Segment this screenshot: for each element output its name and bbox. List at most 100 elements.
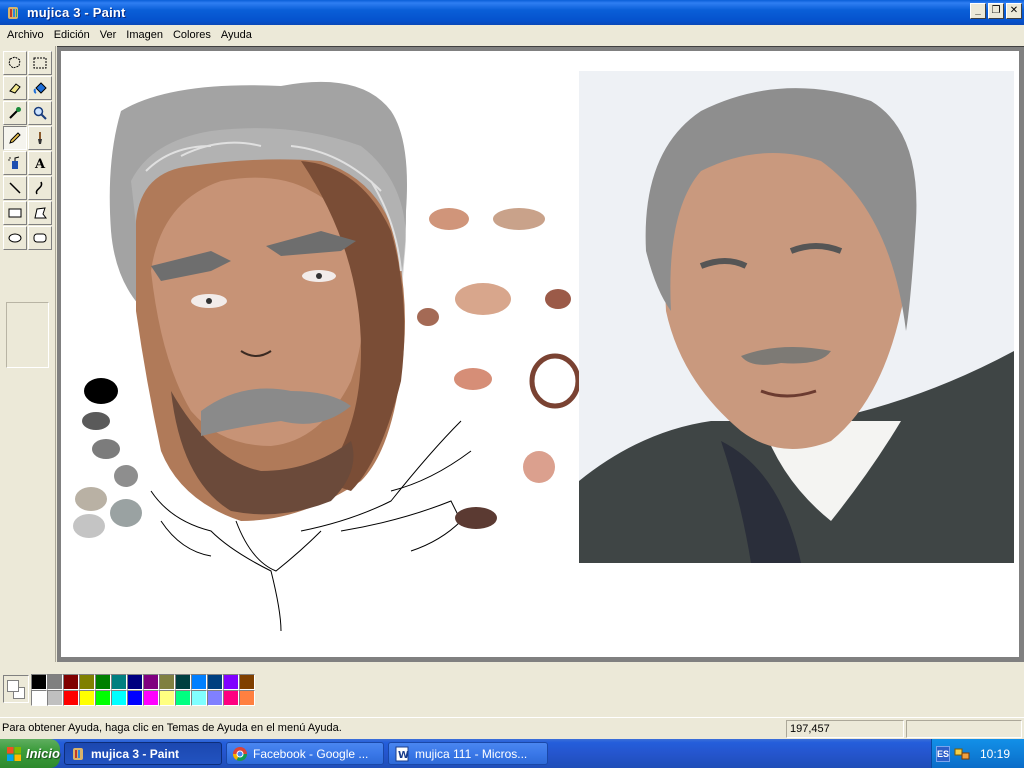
palette-swatch[interactable] bbox=[127, 690, 143, 706]
fill-icon bbox=[33, 82, 47, 94]
minimize-icon: _ bbox=[975, 5, 981, 16]
tool-airbrush[interactable] bbox=[3, 151, 27, 175]
status-size bbox=[906, 720, 1022, 738]
minimize-button[interactable]: _ bbox=[970, 3, 986, 19]
ellipse-icon bbox=[8, 233, 22, 243]
tool-eraser[interactable] bbox=[3, 76, 27, 100]
palette-swatch[interactable] bbox=[191, 674, 207, 690]
menu-colores[interactable]: Colores bbox=[168, 29, 216, 41]
brush-icon bbox=[38, 132, 42, 144]
palette-swatch[interactable] bbox=[175, 674, 191, 690]
palette-swatch[interactable] bbox=[207, 690, 223, 706]
reference-photo bbox=[579, 71, 1014, 563]
line-icon bbox=[9, 182, 21, 194]
palette-swatch[interactable] bbox=[31, 674, 47, 690]
palette-swatch[interactable] bbox=[111, 690, 127, 706]
tool-rect-select[interactable] bbox=[28, 51, 52, 75]
palette-swatch[interactable] bbox=[159, 674, 175, 690]
tool-ellipse[interactable] bbox=[3, 226, 27, 250]
paint-app-icon bbox=[8, 6, 18, 19]
rectangle-icon bbox=[8, 208, 22, 218]
task-paint[interactable]: mujica 3 - Paint bbox=[64, 742, 222, 765]
palette-swatch[interactable] bbox=[143, 690, 159, 706]
painting bbox=[73, 71, 1014, 632]
tool-pencil[interactable] bbox=[3, 126, 27, 150]
windows-flag-icon bbox=[7, 746, 21, 761]
eraser-icon bbox=[9, 83, 21, 94]
task-label: mujica 111 - Micros... bbox=[415, 746, 528, 761]
palette-swatch[interactable] bbox=[31, 690, 47, 706]
airbrush-icon bbox=[8, 156, 20, 169]
tray-network-icon[interactable] bbox=[954, 746, 970, 762]
tool-line[interactable] bbox=[3, 176, 27, 200]
eyedropper-icon bbox=[9, 107, 21, 119]
palette-swatch[interactable] bbox=[207, 674, 223, 690]
close-button[interactable]: ✕ bbox=[1006, 3, 1022, 19]
rect-select-icon bbox=[33, 57, 47, 69]
rounded-rect-icon bbox=[33, 233, 47, 243]
word-icon: W bbox=[395, 746, 409, 761]
title-bar[interactable]: mujica 3 - Paint _ ❐ ✕ bbox=[0, 0, 1024, 25]
tool-brush[interactable] bbox=[28, 126, 52, 150]
menu-ayuda[interactable]: Ayuda bbox=[216, 29, 257, 41]
palette-swatch[interactable] bbox=[159, 690, 175, 706]
tool-curve[interactable] bbox=[28, 176, 52, 200]
tool-magnifier[interactable] bbox=[28, 101, 52, 125]
palette-swatch[interactable] bbox=[143, 674, 159, 690]
tool-free-select[interactable] bbox=[3, 51, 27, 75]
restore-icon: ❐ bbox=[991, 5, 1001, 16]
tool-text[interactable]: A bbox=[28, 151, 52, 175]
menu-ver[interactable]: Ver bbox=[95, 29, 122, 41]
palette-swatch[interactable] bbox=[63, 674, 79, 690]
menu-imagen[interactable]: Imagen bbox=[121, 29, 168, 41]
palette-swatch[interactable] bbox=[223, 674, 239, 690]
palette-swatch[interactable] bbox=[79, 674, 95, 690]
canvas-area bbox=[57, 46, 1024, 662]
tool-fill[interactable] bbox=[28, 76, 52, 100]
painted-portrait bbox=[109, 81, 472, 632]
free-select-icon bbox=[8, 56, 21, 69]
close-icon: ✕ bbox=[1009, 5, 1019, 16]
palette-swatch[interactable] bbox=[111, 674, 127, 690]
palette-swatch[interactable] bbox=[47, 690, 63, 706]
tool-rounded-rect[interactable] bbox=[28, 226, 52, 250]
magnifier-icon bbox=[33, 106, 47, 120]
palette-swatch[interactable] bbox=[239, 674, 255, 690]
restore-button[interactable]: ❐ bbox=[988, 3, 1004, 19]
palette-swatch[interactable] bbox=[127, 674, 143, 690]
start-button[interactable]: Inicio bbox=[0, 739, 60, 768]
palette-swatch[interactable] bbox=[47, 674, 63, 690]
task-chrome[interactable]: Facebook - Google ... bbox=[226, 742, 384, 765]
start-label: Inicio bbox=[26, 746, 60, 761]
color-swatches bbox=[31, 674, 255, 706]
toolbox: A bbox=[0, 46, 56, 662]
tool-polygon[interactable] bbox=[28, 201, 52, 225]
palette-swatch[interactable] bbox=[191, 690, 207, 706]
status-bar: Para obtener Ayuda, haga clic en Temas d… bbox=[0, 717, 1024, 739]
task-label: mujica 3 - Paint bbox=[91, 746, 180, 761]
palette-swatch[interactable] bbox=[79, 690, 95, 706]
task-word[interactable]: W mujica 111 - Micros... bbox=[388, 742, 548, 765]
palette-swatch[interactable] bbox=[239, 690, 255, 706]
text-icon: A bbox=[34, 157, 46, 171]
current-colors[interactable] bbox=[3, 675, 29, 703]
polygon-icon bbox=[34, 207, 47, 219]
language-indicator[interactable]: ES bbox=[936, 746, 950, 762]
menu-edicion[interactable]: Edición bbox=[49, 29, 95, 41]
palette-swatch[interactable] bbox=[175, 690, 191, 706]
svg-text:W: W bbox=[398, 750, 409, 761]
menu-bar: Archivo Edición Ver Imagen Colores Ayuda bbox=[0, 25, 1024, 45]
palette-swatch[interactable] bbox=[95, 690, 111, 706]
palette-swatch[interactable] bbox=[223, 690, 239, 706]
palette-swatch[interactable] bbox=[63, 690, 79, 706]
window-title: mujica 3 - Paint bbox=[27, 5, 126, 20]
tool-rectangle[interactable] bbox=[3, 201, 27, 225]
drawing-canvas[interactable] bbox=[61, 51, 1019, 657]
color-palette-area bbox=[0, 662, 1024, 714]
tool-eyedropper[interactable] bbox=[3, 101, 27, 125]
menu-archivo[interactable]: Archivo bbox=[2, 29, 49, 41]
clock[interactable]: 10:19 bbox=[980, 747, 1010, 761]
palette-swatch[interactable] bbox=[95, 674, 111, 690]
svg-text:A: A bbox=[34, 157, 46, 171]
tool-options-panel[interactable] bbox=[6, 302, 49, 368]
